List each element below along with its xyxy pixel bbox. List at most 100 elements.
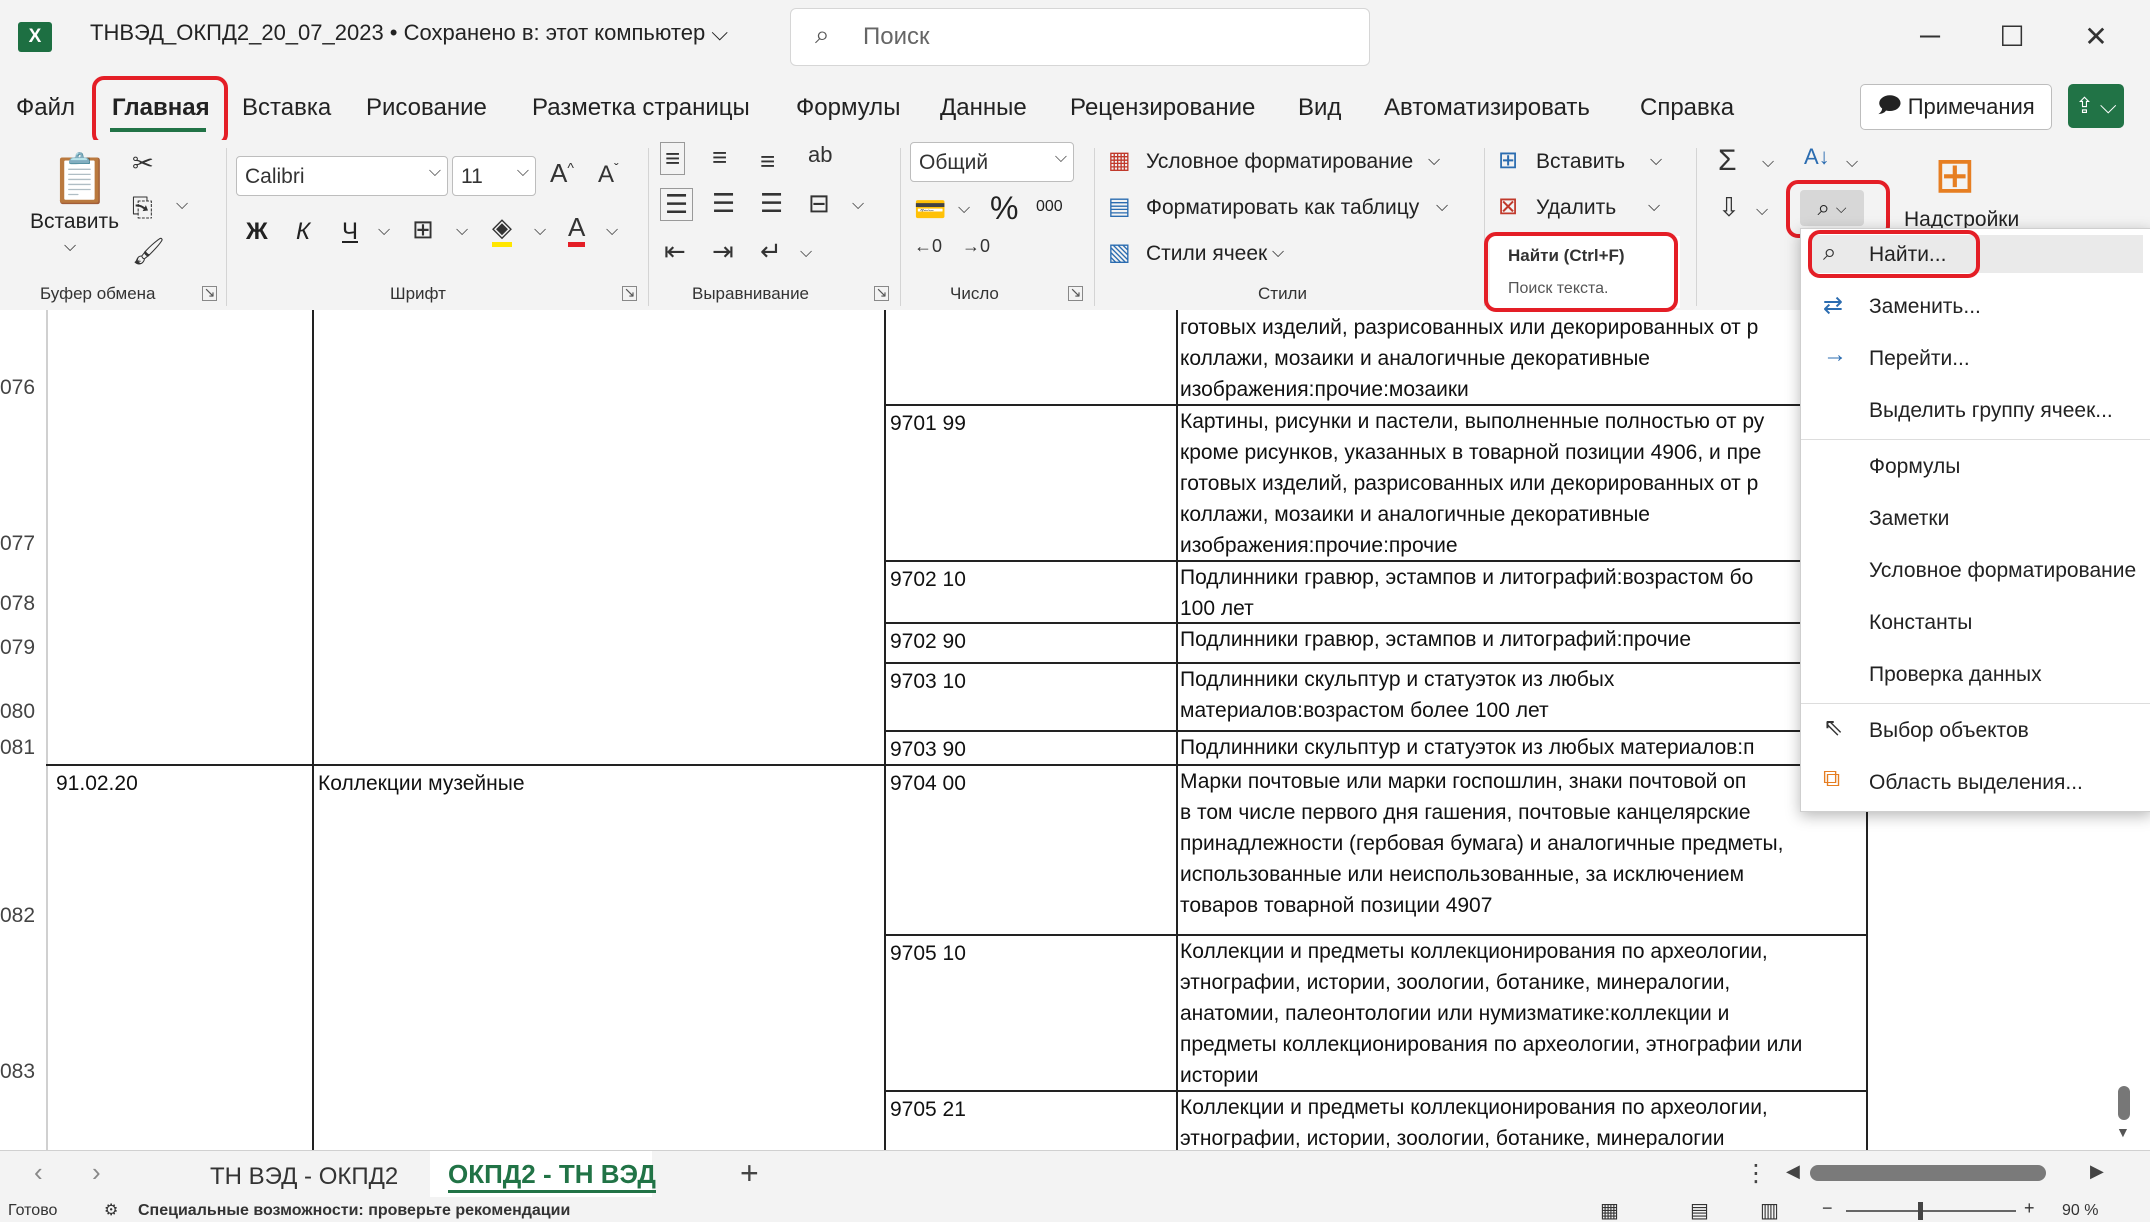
tab-draw[interactable]: Рисование	[366, 94, 487, 122]
menu-item-data-validation[interactable]: Проверка данных	[1869, 663, 2042, 687]
merge-icon[interactable]: ⊟	[808, 188, 830, 219]
tab-insert[interactable]: Вставка	[242, 94, 331, 122]
fill-icon[interactable]: ⇩	[1718, 192, 1740, 223]
autosum-icon[interactable]: Σ	[1718, 144, 1737, 178]
notes-button[interactable]: 🗩 Примечания	[1860, 84, 2052, 130]
delete-cells-icon[interactable]: ⊠	[1498, 192, 1518, 221]
paste-button[interactable]: Вставить	[30, 210, 119, 234]
zoom-level[interactable]: 90 %	[2062, 1202, 2098, 1220]
description-cell[interactable]: Подлинники гравюр, эстампов и литографий…	[1180, 562, 1800, 624]
currency-dropdown-icon[interactable]: ⌵	[958, 200, 970, 218]
close-button[interactable]: ✕	[2068, 12, 2124, 60]
tnved-code-cell[interactable]: 9702 90	[890, 626, 966, 657]
font-name-select[interactable]: Calibri ⌵	[236, 156, 448, 196]
menu-item-goto-special[interactable]: Выделить группу ячеек...	[1869, 399, 2113, 423]
row-number[interactable]: 078	[0, 592, 46, 616]
orientation-icon[interactable]: ab	[808, 142, 832, 168]
menu-item-replace[interactable]: Заменить...	[1869, 295, 1981, 319]
sheet-tab-okpd2-tnved[interactable]: ОКПД2 - ТН ВЭД	[448, 1159, 656, 1193]
align-middle-icon[interactable]: ≡	[712, 142, 727, 173]
zoom-slider[interactable]	[1846, 1210, 2016, 1212]
tab-automate[interactable]: Автоматизировать	[1384, 94, 1590, 122]
description-cell[interactable]: Подлинники гравюр, эстампов и литографий…	[1180, 624, 1800, 655]
clipboard-launcher-icon[interactable]: ↘	[202, 285, 217, 301]
cell-styles-button[interactable]: Стили ячеек	[1146, 242, 1267, 266]
copy-dropdown-icon[interactable]: ⌵	[176, 196, 188, 214]
share-button[interactable]: ⇪ ⌵	[2068, 84, 2124, 128]
format-as-table-icon[interactable]: ▤	[1108, 192, 1131, 221]
row-number[interactable]: 081	[0, 736, 46, 760]
number-launcher-icon[interactable]: ↘	[1068, 285, 1083, 301]
tab-review[interactable]: Рецензирование	[1070, 94, 1255, 122]
increase-decimal-icon[interactable]: ←0	[914, 236, 942, 257]
decrease-font-icon[interactable]: Aˇ	[598, 160, 619, 189]
font-color-icon[interactable]: A	[568, 212, 586, 247]
wrap-dropdown-icon[interactable]: ⌵	[800, 244, 812, 262]
tnved-code-cell[interactable]: 9703 10	[890, 666, 966, 697]
tab-formulas[interactable]: Формулы	[796, 94, 900, 122]
tnved-code-cell[interactable]: 9705 21	[890, 1094, 966, 1125]
description-cell[interactable]: Подлинники скульптур и статуэток из любы…	[1180, 664, 1800, 726]
align-right-icon[interactable]: ☰	[760, 188, 783, 219]
minimize-button[interactable]: ─	[1902, 12, 1958, 60]
align-top-icon[interactable]: ≡	[660, 142, 686, 175]
font-size-select[interactable]: 11 ⌵	[452, 156, 536, 196]
menu-item-notes[interactable]: Заметки	[1869, 507, 1949, 531]
row-number[interactable]: 077	[0, 532, 46, 556]
cut-icon[interactable]: ✂	[132, 148, 154, 179]
next-sheet-icon[interactable]: ›	[92, 1157, 101, 1188]
fill-dropdown-icon[interactable]: ⌵	[1756, 202, 1768, 220]
accessibility-status[interactable]: Специальные возможности: проверьте реком…	[138, 1202, 570, 1220]
number-format-select[interactable]: Общий ⌵	[910, 142, 1074, 182]
conditional-formatting-icon[interactable]: ▦	[1108, 146, 1131, 175]
zoom-slider-thumb[interactable]	[1918, 1202, 1923, 1220]
paste-icon[interactable]: 📋	[50, 150, 110, 207]
delete-cells-button[interactable]: Удалить	[1536, 196, 1616, 220]
conditional-formatting-button[interactable]: Условное форматирование	[1146, 150, 1413, 174]
autosum-dropdown-icon[interactable]: ⌵	[1762, 154, 1774, 172]
tab-help[interactable]: Справка	[1640, 94, 1734, 122]
cell-styles-icon[interactable]: ▧	[1108, 238, 1131, 267]
tab-view[interactable]: Вид	[1298, 94, 1341, 122]
page-break-view-icon[interactable]: ▥	[1760, 1198, 1779, 1223]
scroll-down-icon[interactable]: ▼	[2116, 1124, 2130, 1140]
decrease-indent-icon[interactable]: ⇤	[664, 236, 686, 267]
tnved-code-cell[interactable]: 9702 10	[890, 564, 966, 595]
sheet-tab-tnved-okpd2[interactable]: ТН ВЭД - ОКПД2	[210, 1163, 398, 1191]
alignment-launcher-icon[interactable]: ↘	[874, 285, 889, 301]
align-bottom-icon[interactable]: ≡	[760, 146, 775, 177]
copy-icon[interactable]: ⎘	[132, 192, 153, 224]
description-cell[interactable]: готовых изделий, разрисованных или декор…	[1180, 312, 1800, 405]
tnved-code-cell[interactable]: 9705 10	[890, 938, 966, 969]
page-layout-view-icon[interactable]: ▤	[1690, 1198, 1709, 1223]
borders-icon[interactable]: ⊞	[412, 214, 434, 245]
row-number[interactable]: 083	[0, 1060, 46, 1084]
increase-indent-icon[interactable]: ⇥	[712, 236, 734, 267]
row-number[interactable]: 079	[0, 636, 46, 660]
tab-file[interactable]: Файл	[16, 94, 75, 122]
menu-item-conditional-formatting[interactable]: Условное форматирование	[1869, 559, 2136, 583]
thousands-button[interactable]: 000	[1036, 198, 1063, 216]
normal-view-icon[interactable]: ▦	[1600, 1198, 1619, 1223]
add-sheet-button[interactable]: +	[740, 1155, 759, 1192]
menu-item-goto[interactable]: Перейти...	[1869, 347, 1970, 371]
sort-dropdown-icon[interactable]: ⌵	[1846, 154, 1858, 172]
description-cell[interactable]: Коллекции и предметы коллекционирования …	[1180, 936, 1866, 1091]
format-as-table-button[interactable]: Форматировать как таблицу	[1146, 196, 1419, 220]
horizontal-scrollbar-thumb[interactable]	[1810, 1165, 2046, 1181]
borders-dropdown-icon[interactable]: ⌵	[456, 222, 468, 240]
okpd-code-cell[interactable]: 91.02.20	[56, 768, 138, 799]
tnved-code-cell[interactable]: 9701 99	[890, 408, 966, 439]
zoom-in-icon[interactable]: +	[2024, 1198, 2035, 1219]
tnved-code-cell[interactable]: 9703 90	[890, 734, 966, 765]
more-options-icon[interactable]: ⋮	[1744, 1159, 1768, 1188]
fill-dropdown-icon[interactable]: ⌵	[534, 222, 546, 240]
insert-cells-button[interactable]: Вставить	[1536, 150, 1625, 174]
description-cell[interactable]: Марки почтовые или марки госпошлин, знак…	[1180, 766, 1866, 921]
menu-item-formulas[interactable]: Формулы	[1869, 455, 1960, 479]
merge-dropdown-icon[interactable]: ⌵	[852, 196, 864, 214]
align-left-icon[interactable]: ☰	[660, 188, 694, 221]
bold-button[interactable]: Ж	[246, 218, 268, 246]
okpd-name-cell[interactable]: Коллекции музейные	[318, 768, 525, 799]
format-painter-icon[interactable]: 🖌	[132, 236, 165, 267]
